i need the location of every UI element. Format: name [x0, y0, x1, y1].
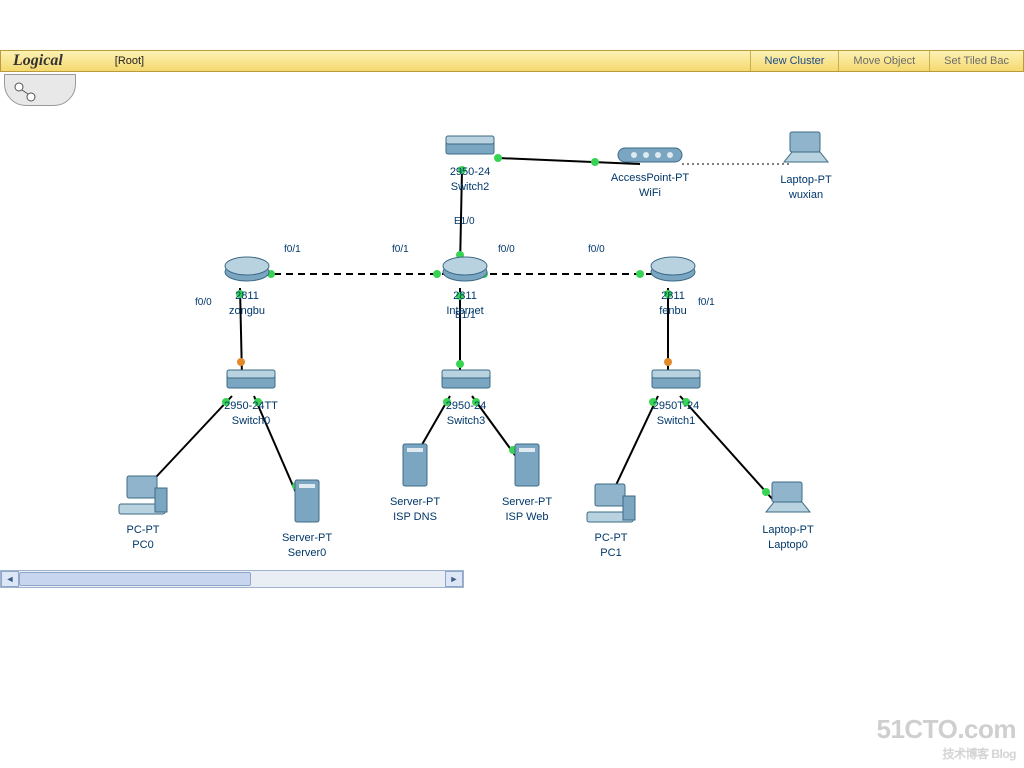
device-name: WiFi: [602, 187, 698, 200]
device-model: 2811: [430, 290, 500, 303]
device-name: Switch3: [426, 415, 506, 428]
device-model: Laptop-PT: [748, 524, 828, 537]
device-name: fenbu: [638, 305, 708, 318]
switch-icon: [221, 368, 281, 394]
device-laptop0[interactable]: Laptop-PT Laptop0: [748, 480, 828, 552]
iface-label: E1/0: [454, 216, 475, 227]
scroll-right-arrow[interactable]: ►: [445, 571, 463, 587]
device-isp-web[interactable]: Server-PT ISP Web: [492, 442, 562, 524]
watermark-logo: 51CTO.com: [876, 714, 1016, 745]
device-name: Laptop0: [748, 539, 828, 552]
iface-label: f0/1: [392, 244, 409, 255]
device-name: Server0: [272, 547, 342, 560]
device-name: zongbu: [212, 305, 282, 318]
device-model: 2950T-24: [636, 400, 716, 413]
iface-label: f0/0: [498, 244, 515, 255]
device-isp-dns[interactable]: Server-PT ISP DNS: [380, 442, 450, 524]
iface-label: f0/1: [284, 244, 301, 255]
device-model: Server-PT: [380, 496, 450, 509]
breadcrumb-root[interactable]: [Root]: [75, 55, 184, 67]
device-model: PC-PT: [576, 532, 646, 545]
device-switch3[interactable]: 2950-24 Switch3: [426, 368, 506, 428]
horizontal-scrollbar[interactable]: ◄ ►: [0, 570, 464, 588]
device-model: 2950-24: [426, 400, 506, 413]
switch-icon: [440, 134, 500, 160]
server-icon: [287, 478, 327, 526]
device-switch1[interactable]: 2950T-24 Switch1: [636, 368, 716, 428]
scroll-thumb[interactable]: [19, 572, 251, 586]
iface-label: f0/0: [588, 244, 605, 255]
device-name: Switch0: [208, 415, 294, 428]
watermark: 51CTO.com 技术博客 Blog: [876, 714, 1016, 762]
watermark-sub: 技术博客 Blog: [876, 745, 1016, 762]
device-model: PC-PT: [108, 524, 178, 537]
router-icon: [221, 254, 273, 284]
device-name: ISP Web: [492, 511, 562, 524]
device-model: 2811: [638, 290, 708, 303]
device-model: 2950-24TT: [208, 400, 294, 413]
router-icon: [439, 254, 491, 284]
device-switch2[interactable]: 2950-24 Switch2: [430, 134, 510, 194]
switch-icon: [436, 368, 496, 394]
device-laptop-wuxian[interactable]: Laptop-PT wuxian: [766, 130, 846, 202]
device-switch0[interactable]: 2950-24TT Switch0: [208, 368, 294, 428]
device-name: wuxian: [766, 189, 846, 202]
device-model: 2950-24: [430, 166, 510, 179]
device-model: Server-PT: [492, 496, 562, 509]
switch-icon: [646, 368, 706, 394]
device-router-fenbu[interactable]: 2811 fenbu: [638, 254, 708, 318]
topology-canvas[interactable]: E1/0 E1/1 f0/0 f0/1 f0/1 f0/0 f0/0 f0/1 …: [0, 72, 1024, 768]
pc-icon: [585, 482, 637, 526]
device-pc1[interactable]: PC-PT PC1: [576, 482, 646, 560]
top-toolbar: Logical [Root] New Cluster Move Object S…: [0, 50, 1024, 72]
device-model: AccessPoint-PT: [602, 172, 698, 185]
device-model: Server-PT: [272, 532, 342, 545]
device-name: ISP DNS: [380, 511, 450, 524]
device-name: Switch1: [636, 415, 716, 428]
iface-label: f0/0: [195, 297, 212, 308]
move-object-button[interactable]: Move Object: [838, 51, 929, 71]
accesspoint-icon: [614, 144, 686, 166]
view-mode-logical[interactable]: Logical: [1, 52, 75, 70]
pc-icon: [117, 474, 169, 518]
set-tiled-background-button[interactable]: Set Tiled Bac: [929, 51, 1023, 71]
device-name: PC1: [576, 547, 646, 560]
device-name: Switch2: [430, 181, 510, 194]
device-accesspoint[interactable]: AccessPoint-PT WiFi: [602, 144, 698, 200]
device-name: Internet: [430, 305, 500, 318]
router-icon: [647, 254, 699, 284]
device-name: PC0: [108, 539, 178, 552]
server-icon: [507, 442, 547, 490]
device-model: Laptop-PT: [766, 174, 846, 187]
server-icon: [395, 442, 435, 490]
device-model: 2811: [212, 290, 282, 303]
device-server0[interactable]: Server-PT Server0: [272, 478, 342, 560]
device-router-internet[interactable]: 2811 Internet: [430, 254, 500, 318]
new-cluster-button[interactable]: New Cluster: [750, 51, 839, 71]
laptop-icon: [760, 480, 816, 518]
scroll-left-arrow[interactable]: ◄: [1, 571, 19, 587]
device-pc0[interactable]: PC-PT PC0: [108, 474, 178, 552]
laptop-icon: [778, 130, 834, 168]
device-router-zongbu[interactable]: 2811 zongbu: [212, 254, 282, 318]
